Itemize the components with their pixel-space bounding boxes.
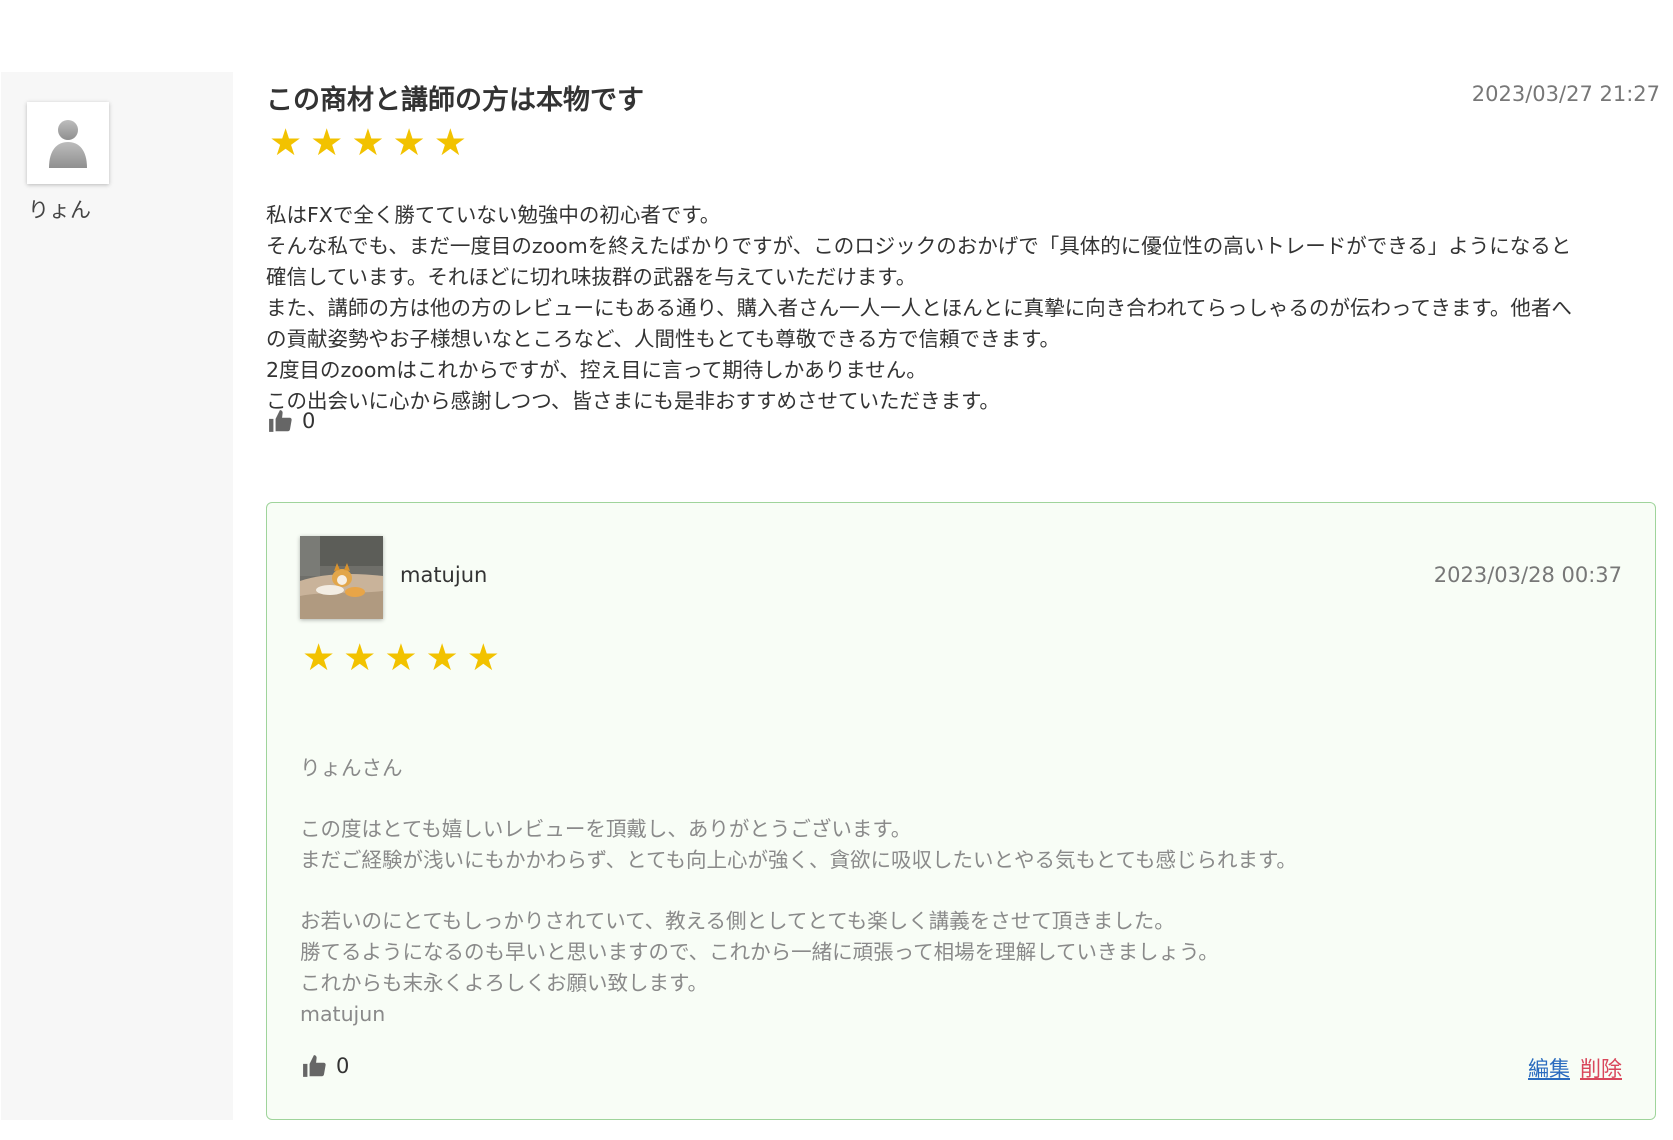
seller-reply: matujun 2023/03/28 00:37 ★ ★ ★ ★ ★ りょんさん… bbox=[266, 502, 1656, 1120]
review-date: 2023/03/27 21:27 bbox=[1471, 82, 1660, 106]
reply-like-count: 0 bbox=[336, 1054, 350, 1078]
cat-photo bbox=[300, 536, 383, 619]
reply-body-line: お若いのにとてもしっかりされていて、教える側としてとても楽しく講義をさせて頂きま… bbox=[300, 909, 1175, 934]
star-icon: ★ bbox=[425, 636, 459, 679]
review-body: 私はFXで全く勝てていない勉強中の初心者です。 そんな私でも、まだ一度目のzoo… bbox=[266, 200, 1660, 417]
reply-body-line: まだご経験が浅いにもかかわらず、とても向上心が強く、貪欲に吸収したいとやる気もと… bbox=[300, 848, 1297, 873]
star-icon: ★ bbox=[343, 636, 377, 679]
edit-link[interactable]: 編集 bbox=[1528, 1053, 1570, 1083]
user-silhouette-icon bbox=[49, 120, 87, 168]
reply-body-line: 勝てるようになるのも早いと思いますので、これから一緒に頑張って相場を理解していき… bbox=[300, 940, 1219, 965]
review-body-line: 2度目のzoomはこれからですが、控え目に言って期待しかありません。 bbox=[266, 358, 927, 382]
star-icon: ★ bbox=[302, 636, 336, 679]
review-main: この商材と講師の方は本物です 2023/03/27 21:27 ★ ★ ★ ★ … bbox=[266, 72, 1660, 1120]
reply-body-line: りょんさん bbox=[300, 756, 403, 780]
reply-like: 0 bbox=[302, 1053, 349, 1079]
reviewer-avatar bbox=[27, 102, 109, 184]
review-body-line: の貢献姿勢やお子様想いなところなど、人間性もとても尊敬できる方で信頼できます。 bbox=[266, 327, 1060, 351]
review-title: この商材と講師の方は本物です bbox=[266, 85, 644, 116]
thumbs-up-icon[interactable] bbox=[268, 408, 294, 434]
review-rating: ★ ★ ★ ★ ★ bbox=[269, 124, 467, 161]
review-body-line: そんな私でも、まだ一度目のzoomを終えたばかりですが、このロジックのおかげで「… bbox=[266, 234, 1572, 258]
star-icon: ★ bbox=[384, 636, 418, 679]
delete-link[interactable]: 削除 bbox=[1580, 1053, 1622, 1083]
reviewer-name[interactable]: りょん bbox=[28, 194, 91, 224]
review-like-count: 0 bbox=[302, 409, 316, 433]
reply-body: りょんさん この度はとても嬉しいレビューを頂戴し、ありがとうございます。 まだご… bbox=[300, 753, 1620, 1029]
reply-body-line bbox=[300, 784, 1620, 815]
thumbs-up-icon[interactable] bbox=[302, 1053, 328, 1079]
star-icon: ★ bbox=[433, 121, 467, 164]
star-icon: ★ bbox=[310, 121, 344, 164]
review-like: 0 bbox=[268, 408, 315, 434]
star-icon: ★ bbox=[269, 121, 303, 164]
reply-body-line bbox=[300, 876, 1620, 907]
reply-rating: ★ ★ ★ ★ ★ bbox=[302, 639, 500, 676]
star-icon: ★ bbox=[392, 121, 426, 164]
reviewer-sidebar: りょん bbox=[1, 72, 233, 1120]
review-item: りょん この商材と講師の方は本物です 2023/03/27 21:27 ★ ★ … bbox=[0, 72, 1660, 1120]
reply-body-line: matujun bbox=[300, 1001, 386, 1026]
review-body-line: 私はFXで全く勝てていない勉強中の初心者です。 bbox=[266, 203, 721, 227]
reply-author-name[interactable]: matujun bbox=[400, 563, 487, 587]
reply-body-line: これからも末永くよろしくお願い致します。 bbox=[300, 970, 708, 995]
reply-date: 2023/03/28 00:37 bbox=[1433, 563, 1622, 587]
star-icon: ★ bbox=[466, 636, 500, 679]
star-icon: ★ bbox=[351, 121, 385, 164]
reply-avatar bbox=[300, 536, 383, 619]
reply-body-line: この度はとても嬉しいレビューを頂戴し、ありがとうございます。 bbox=[300, 817, 912, 842]
review-body-line: また、講師の方は他の方のレビューにもある通り、購入者さん一人一人とほんとに真摯に… bbox=[266, 296, 1572, 320]
reply-actions: 編集 削除 bbox=[1528, 1053, 1622, 1083]
review-body-line: この出会いに心から感謝しつつ、皆さまにも是非おすすめさせていただきます。 bbox=[266, 389, 1000, 413]
review-body-line: 確信しています。それほどに切れ味抜群の武器を与えていただけます。 bbox=[266, 265, 917, 289]
